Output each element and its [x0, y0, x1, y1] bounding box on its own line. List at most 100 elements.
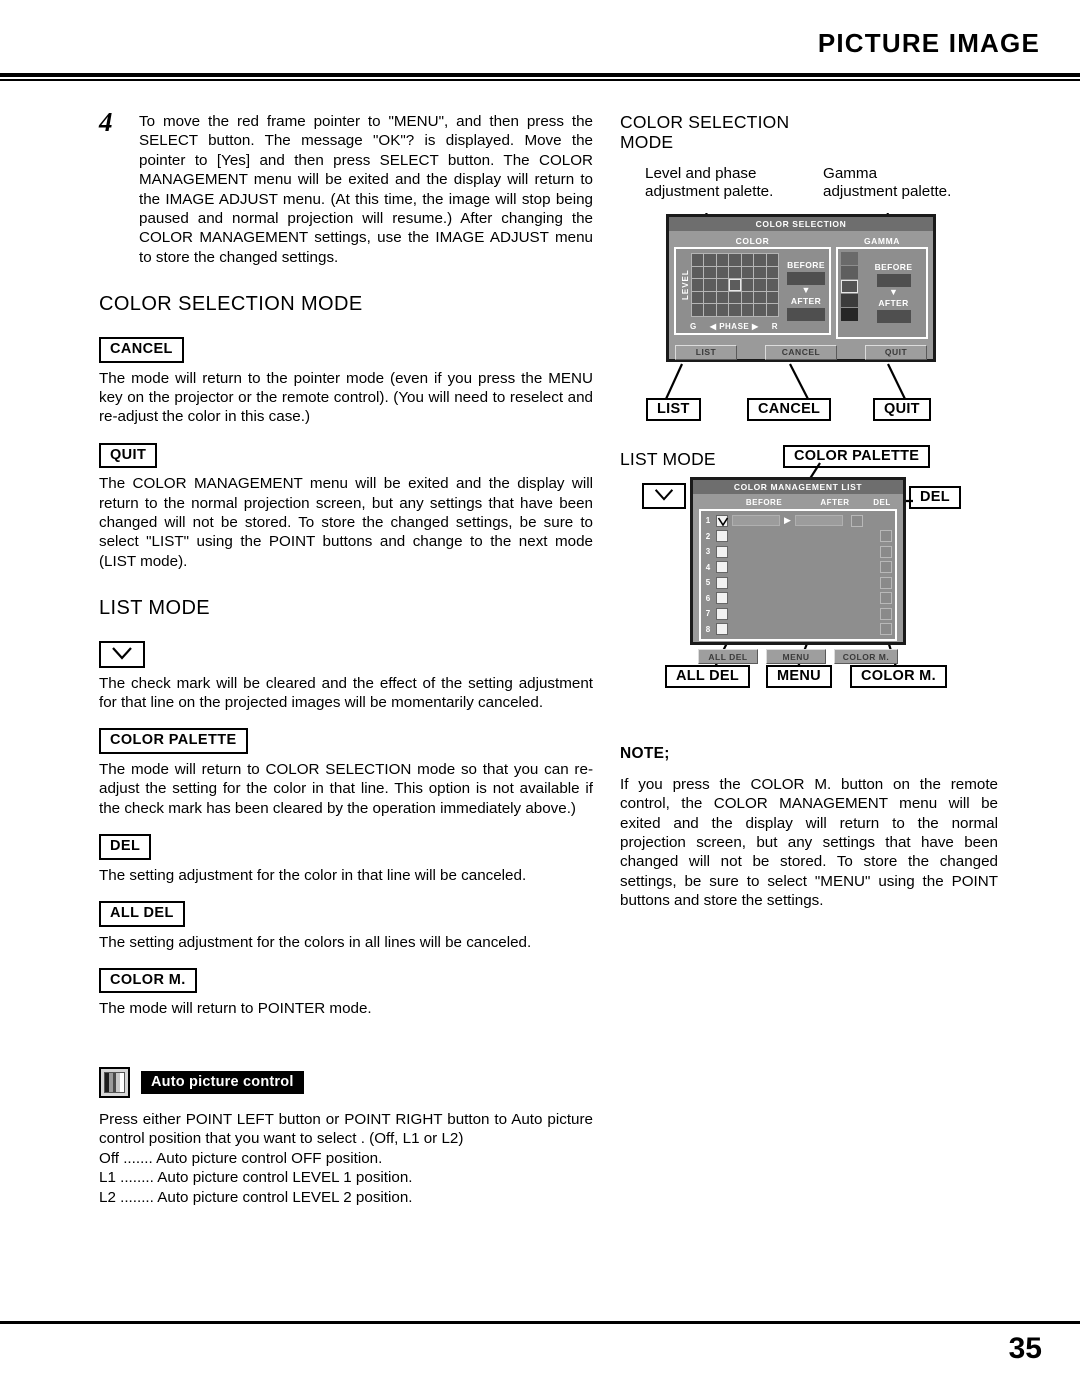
- color-grid-cell[interactable]: [704, 291, 716, 304]
- row-del-checkbox[interactable]: [880, 623, 892, 636]
- row-del-checkbox[interactable]: [880, 545, 892, 558]
- osd-cancel-button[interactable]: CANCEL: [765, 344, 837, 360]
- color-grid-cell[interactable]: [692, 304, 704, 316]
- color-grid-cell[interactable]: [729, 266, 741, 279]
- color-grid-cell[interactable]: [766, 266, 778, 279]
- color-grid-cell[interactable]: [729, 253, 741, 266]
- color-grid-cell[interactable]: [766, 253, 778, 266]
- gamma-cell[interactable]: [841, 307, 858, 321]
- color-grid-cell[interactable]: [754, 253, 766, 266]
- row-del-checkbox[interactable]: [880, 576, 892, 589]
- color-grid-cell[interactable]: [692, 266, 704, 279]
- color-grid-cell[interactable]: [704, 304, 716, 316]
- cml-all-del-button[interactable]: ALL DEL: [698, 649, 758, 665]
- cml-title: COLOR MANAGEMENT LIST: [693, 479, 903, 494]
- chip-checkmark: [99, 641, 145, 668]
- row-checkbox[interactable]: [716, 592, 728, 605]
- color-grid-cell[interactable]: [741, 253, 754, 266]
- row-checkbox[interactable]: [716, 623, 728, 636]
- cs-mode-heading-line2: MODE: [620, 132, 674, 153]
- row-checkbox[interactable]: [716, 607, 728, 620]
- color-grid-cell[interactable]: [754, 266, 766, 279]
- color-grid-cell[interactable]: [729, 291, 741, 304]
- color-grid-cell[interactable]: [766, 291, 778, 304]
- color-grid-cell[interactable]: [754, 279, 766, 291]
- color-grid-cell[interactable]: [741, 279, 754, 291]
- table-row[interactable]: 1 ▶: [704, 514, 892, 528]
- color-grid-cell[interactable]: [716, 279, 729, 291]
- cml-menu-button[interactable]: MENU: [766, 649, 826, 665]
- label-list: LIST: [646, 397, 701, 421]
- phase-left-label: G: [690, 321, 697, 331]
- chip-color-m: COLOR M.: [99, 967, 197, 994]
- row-checkbox[interactable]: [716, 561, 728, 574]
- chip-cancel: CANCEL: [99, 337, 184, 363]
- table-row[interactable]: 8: [704, 622, 892, 636]
- auto-picture-control-title: Auto picture control: [141, 1070, 304, 1094]
- row-del-checkbox[interactable]: [850, 514, 863, 527]
- row-checkbox[interactable]: [716, 530, 728, 543]
- color-grid-cell[interactable]: [741, 291, 754, 304]
- osd-quit-button[interactable]: QUIT: [865, 344, 927, 360]
- color-grid-cell[interactable]: [692, 279, 704, 291]
- osd-list-button[interactable]: LIST: [675, 344, 737, 360]
- chip-all-del: ALL DEL: [99, 900, 185, 927]
- before-color-swatch: [732, 515, 780, 527]
- table-row[interactable]: 4: [704, 560, 892, 574]
- color-grid-cell[interactable]: [766, 304, 778, 316]
- color-grid-cell[interactable]: [716, 304, 729, 316]
- callout-level-phase-line2: adjustment palette.: [645, 183, 774, 201]
- after-swatch: [787, 308, 825, 322]
- color-grid-cell[interactable]: [741, 304, 754, 316]
- cml-col-after: AFTER: [820, 497, 850, 507]
- phase-row: G ◀ PHASE ▶ R: [676, 321, 783, 333]
- table-row[interactable]: 5: [704, 576, 892, 590]
- osd-color-label: COLOR: [735, 235, 770, 246]
- color-grid-cell[interactable]: [704, 266, 716, 279]
- callout-gamma: Gamma adjustment palette.: [823, 165, 951, 201]
- color-grid-cell[interactable]: [716, 266, 729, 279]
- color-grid-cell[interactable]: [754, 291, 766, 304]
- color-grid-cell[interactable]: [704, 279, 716, 291]
- color-grid-cell[interactable]: [704, 253, 716, 266]
- row-del-checkbox[interactable]: [880, 607, 892, 620]
- note-heading: NOTE;: [620, 744, 670, 762]
- gamma-cell[interactable]: [841, 293, 858, 307]
- color-grid-cell[interactable]: [716, 253, 729, 266]
- color-grid-cell[interactable]: [766, 279, 778, 291]
- gamma-cell[interactable]: [841, 251, 858, 265]
- row-del-checkbox[interactable]: [880, 530, 892, 543]
- color-grid-cell[interactable]: [692, 253, 704, 266]
- gamma-strip[interactable]: [838, 249, 861, 337]
- table-row[interactable]: 2: [704, 529, 892, 543]
- table-row[interactable]: 6: [704, 591, 892, 605]
- gamma-before-after: BEFORE ▼ AFTER: [861, 249, 926, 337]
- color-grid-cell[interactable]: [741, 266, 754, 279]
- color-grid[interactable]: [691, 252, 779, 317]
- color-selection-figure: COLOR SELECTION COLOR LEVEL G ◀ PHASE ▶ …: [620, 212, 998, 483]
- row-checkbox[interactable]: [716, 576, 728, 589]
- gamma-cell-selected[interactable]: [841, 279, 858, 293]
- row-checkbox-checked[interactable]: [716, 514, 729, 527]
- table-row[interactable]: 3: [704, 545, 892, 559]
- right-arrow-icon: ▶: [784, 515, 791, 526]
- row-del-checkbox[interactable]: [880, 561, 892, 574]
- auto-picture-control-option: L1 ........ Auto picture control LEVEL 1…: [99, 1169, 413, 1187]
- color-grid-cell-selected[interactable]: [729, 279, 741, 291]
- color-grid-cell[interactable]: [754, 304, 766, 316]
- auto-picture-control-intro: Press either POINT LEFT button or POINT …: [99, 1110, 593, 1148]
- gamma-cell[interactable]: [841, 265, 858, 279]
- row-checkbox[interactable]: [716, 545, 728, 558]
- left-column: 4 To move the red frame pointer to "MENU…: [99, 107, 593, 1208]
- text-quit: The COLOR MANAGEMENT menu will be exited…: [99, 475, 593, 570]
- row-number: 3: [705, 547, 711, 557]
- after-color-swatch: [794, 515, 843, 527]
- cml-color-m-button[interactable]: COLOR M.: [834, 649, 898, 665]
- table-row[interactable]: 7: [704, 607, 892, 621]
- color-grid-cell[interactable]: [692, 291, 704, 304]
- color-grid-cell[interactable]: [716, 291, 729, 304]
- callout-level-phase: Level and phase adjustment palette.: [645, 165, 773, 201]
- color-grid-cell[interactable]: [729, 304, 741, 316]
- text-color-m: The mode will return to POINTER mode.: [99, 1000, 372, 1018]
- row-del-checkbox[interactable]: [880, 592, 892, 605]
